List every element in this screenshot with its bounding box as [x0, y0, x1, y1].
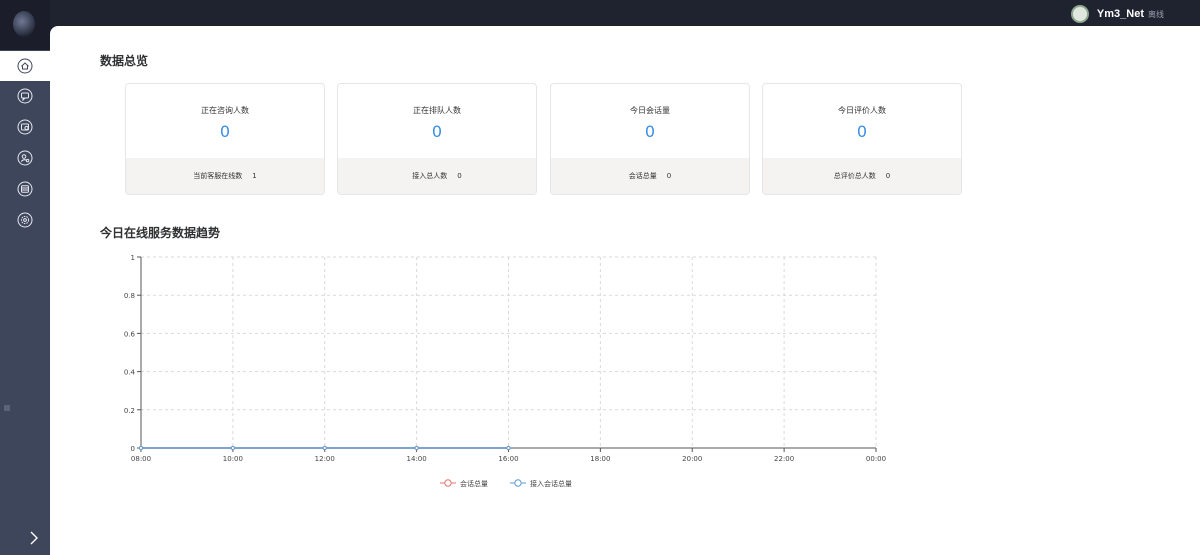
- y-tick-label: 0: [131, 445, 135, 453]
- logo-block: [0, 0, 50, 50]
- card-foot-value: 0: [457, 172, 462, 180]
- data-point: [414, 445, 419, 451]
- x-tick-label: 14:00: [407, 455, 427, 463]
- chat-bubble-icon: [17, 88, 33, 104]
- card-label: 今日会话量: [630, 106, 670, 115]
- card-foot-value: 1: [252, 172, 257, 180]
- gear-icon: [17, 212, 33, 228]
- card-sessions: 今日会话量 0 会话总量 0: [550, 83, 750, 195]
- card-label: 今日评价人数: [838, 106, 886, 115]
- data-point: [506, 445, 511, 451]
- card-foot-label: 接入总人数: [412, 172, 448, 180]
- sidebar-handle[interactable]: [4, 405, 10, 411]
- sidebar-expand-button[interactable]: [27, 526, 41, 550]
- x-tick-label: 00:00: [866, 455, 886, 463]
- sidebar-item-chat[interactable]: [0, 81, 50, 111]
- card-footer: 总评价总人数 0: [763, 158, 961, 194]
- legend-label: 接入会话总量: [530, 479, 572, 488]
- legend-marker: [444, 479, 452, 487]
- data-point: [230, 445, 235, 451]
- data-point: [322, 445, 327, 451]
- card-label: 正在排队人数: [413, 106, 461, 115]
- card-foot-value: 0: [666, 172, 672, 180]
- username[interactable]: Ym3_Net: [1097, 8, 1144, 20]
- card-foot-label: 总评价总人数: [833, 172, 876, 180]
- logo: [13, 11, 35, 37]
- overview-title: 数据总览: [100, 54, 149, 68]
- card-foot-value: 0: [885, 172, 891, 180]
- x-tick-label: 18:00: [590, 455, 610, 463]
- card-value: 0: [644, 122, 656, 141]
- card-foot-label: 当前客服在线数: [193, 172, 243, 180]
- y-tick-label: 0.2: [124, 407, 135, 415]
- sidebar-item-list[interactable]: [0, 174, 50, 204]
- trend-title: 今日在线服务数据趋势: [100, 226, 221, 240]
- sidebar-item-home[interactable]: [0, 51, 50, 81]
- main-panel: 数据总览 正在咨询人数 0 当前客服在线数 1 正在排队人数 0 接入总人数 0…: [50, 26, 1200, 555]
- user-info[interactable]: Ym3_Net 离线: [1070, 4, 1164, 24]
- x-tick-label: 20:00: [682, 455, 702, 463]
- sidebar-item-settings[interactable]: [0, 205, 50, 235]
- card-value: 0: [431, 122, 443, 141]
- y-tick-label: 0.8: [124, 292, 135, 300]
- user-settings-icon: [17, 150, 33, 166]
- x-tick-label: 10:00: [223, 455, 243, 463]
- card-footer: 接入总人数 0: [338, 158, 536, 194]
- card-footer: 当前客服在线数 1: [126, 158, 324, 194]
- y-tick-label: 0.4: [124, 369, 136, 377]
- list-icon: [17, 181, 33, 197]
- avatar[interactable]: [1070, 5, 1089, 23]
- card-label: 正在咨询人数: [201, 106, 249, 115]
- status-badge: 离线: [1148, 9, 1164, 19]
- legend-label: 会话总量: [460, 479, 488, 488]
- x-tick-label: 12:00: [315, 455, 335, 463]
- sidebar-item-history[interactable]: [0, 112, 50, 142]
- x-tick-label: 08:00: [131, 455, 151, 463]
- sidebar-item-users[interactable]: [0, 143, 50, 173]
- card-value: 0: [219, 122, 231, 141]
- card-ratings: 今日评价人数 0 总评价总人数 0: [762, 83, 962, 195]
- card-foot-label: 会话总量: [628, 172, 657, 180]
- history-icon: [17, 119, 33, 135]
- legend-marker: [514, 479, 522, 487]
- y-tick-label: 0.6: [124, 330, 136, 338]
- y-tick-label: 1: [131, 254, 135, 262]
- card-footer: 会话总量 0: [551, 158, 749, 194]
- card-consulting: 正在咨询人数 0 当前客服在线数 1: [125, 83, 325, 195]
- sidebar: [0, 50, 50, 555]
- card-value: 0: [856, 122, 868, 141]
- home-icon: [17, 58, 33, 74]
- chevron-right-icon: [30, 531, 38, 545]
- data-point: [138, 445, 144, 451]
- x-tick-label: 16:00: [498, 455, 518, 463]
- card-queue: 正在排队人数 0 接入总人数 0: [337, 83, 537, 195]
- x-tick-label: 22:00: [774, 455, 794, 463]
- trend-chart: 0 0.2 0.4 0.6 0.8 1 08:00 10:00 12:00 14:00 16:00 1…: [124, 254, 886, 488]
- top-bar: Ym3_Net 离线: [0, 0, 1200, 26]
